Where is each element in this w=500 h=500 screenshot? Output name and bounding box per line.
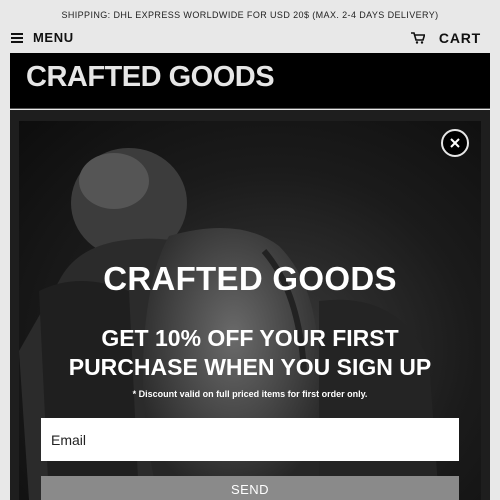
popup-offer: GET 10% OFF YOUR FIRST PURCHASE WHEN YOU… [19, 324, 481, 382]
menu-button[interactable]: MENU [11, 30, 74, 45]
hamburger-icon [11, 32, 23, 43]
close-popup-button[interactable] [441, 129, 469, 157]
announcement-bar: SHIPPING: DHL EXPRESS WORLDWIDE FOR USD … [0, 0, 500, 30]
email-input[interactable] [41, 418, 459, 461]
popup-offer-line-1: GET 10% OFF YOUR FIRST [101, 325, 399, 351]
cart-label: CART [438, 30, 481, 46]
top-nav: MENU CART [0, 28, 500, 50]
site-header: CRAFTED GOODS [10, 53, 490, 109]
popup-disclaimer: * Discount valid on full priced items fo… [132, 389, 368, 399]
cart-icon [410, 32, 425, 44]
close-icon [450, 138, 460, 148]
site-logo[interactable]: CRAFTED GOODS [26, 61, 275, 94]
popup-title: CRAFTED GOODS [103, 260, 397, 297]
menu-label: MENU [33, 30, 74, 45]
send-button[interactable]: SEND [41, 476, 459, 500]
newsletter-popup: CRAFTED GOODS GET 10% OFF YOUR FIRST PUR… [19, 121, 481, 500]
popup-offer-line-2: PURCHASE WHEN YOU SIGN UP [68, 354, 432, 380]
cart-button[interactable]: CART [410, 30, 481, 46]
announcement-text: SHIPPING: DHL EXPRESS WORLDWIDE FOR USD … [61, 10, 439, 20]
